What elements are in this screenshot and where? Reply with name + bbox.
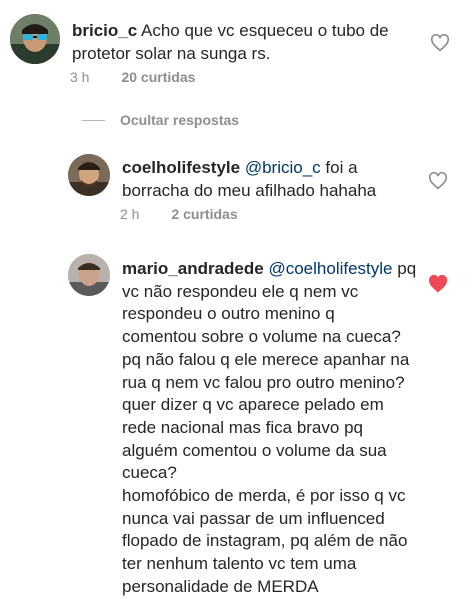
reply-username[interactable]: mario_andradede (122, 259, 264, 278)
reply-meta: 2 h 2 curtidas (120, 206, 270, 222)
heart-outline-icon[interactable] (428, 172, 448, 190)
likes-count[interactable]: 2 curtidas (171, 206, 237, 222)
reply-text: mario_andradede @coelholifestyle pq vc n… (122, 258, 442, 599)
comment-text: bricio_c Acho que vc esqueceu o tubo de … (72, 20, 432, 65)
reply-item: mario_andradede @coelholifestyle pq vc n… (0, 246, 474, 596)
replies-divider (82, 120, 105, 121)
comment-username[interactable]: bricio_c (72, 21, 137, 40)
avatar[interactable] (68, 254, 110, 296)
heart-filled-icon[interactable] (428, 275, 448, 293)
reply-body: pq vc não respondeu ele q nem vc respond… (122, 259, 417, 596)
reply-username[interactable]: coelholifestyle (122, 158, 240, 177)
comment-item: bricio_c Acho que vc esqueceu o tubo de … (0, 0, 474, 100)
reply-item: coelholifestyle @bricio_c foi a borracha… (0, 140, 474, 240)
reply-mention[interactable]: @bricio_c (245, 158, 321, 177)
avatar[interactable] (68, 154, 110, 196)
reply-mention[interactable]: @coelholifestyle (268, 259, 392, 278)
heart-outline-icon[interactable] (430, 34, 450, 52)
comment-meta: 3 h 20 curtidas (70, 69, 227, 85)
comment-time: 3 h (70, 69, 90, 85)
hide-replies-button[interactable]: Ocultar respostas (120, 112, 239, 128)
reply-text: coelholifestyle @bricio_c foi a borracha… (122, 157, 442, 202)
reply-time: 2 h (120, 206, 140, 222)
likes-count[interactable]: 20 curtidas (121, 69, 195, 85)
avatar[interactable] (10, 14, 60, 64)
